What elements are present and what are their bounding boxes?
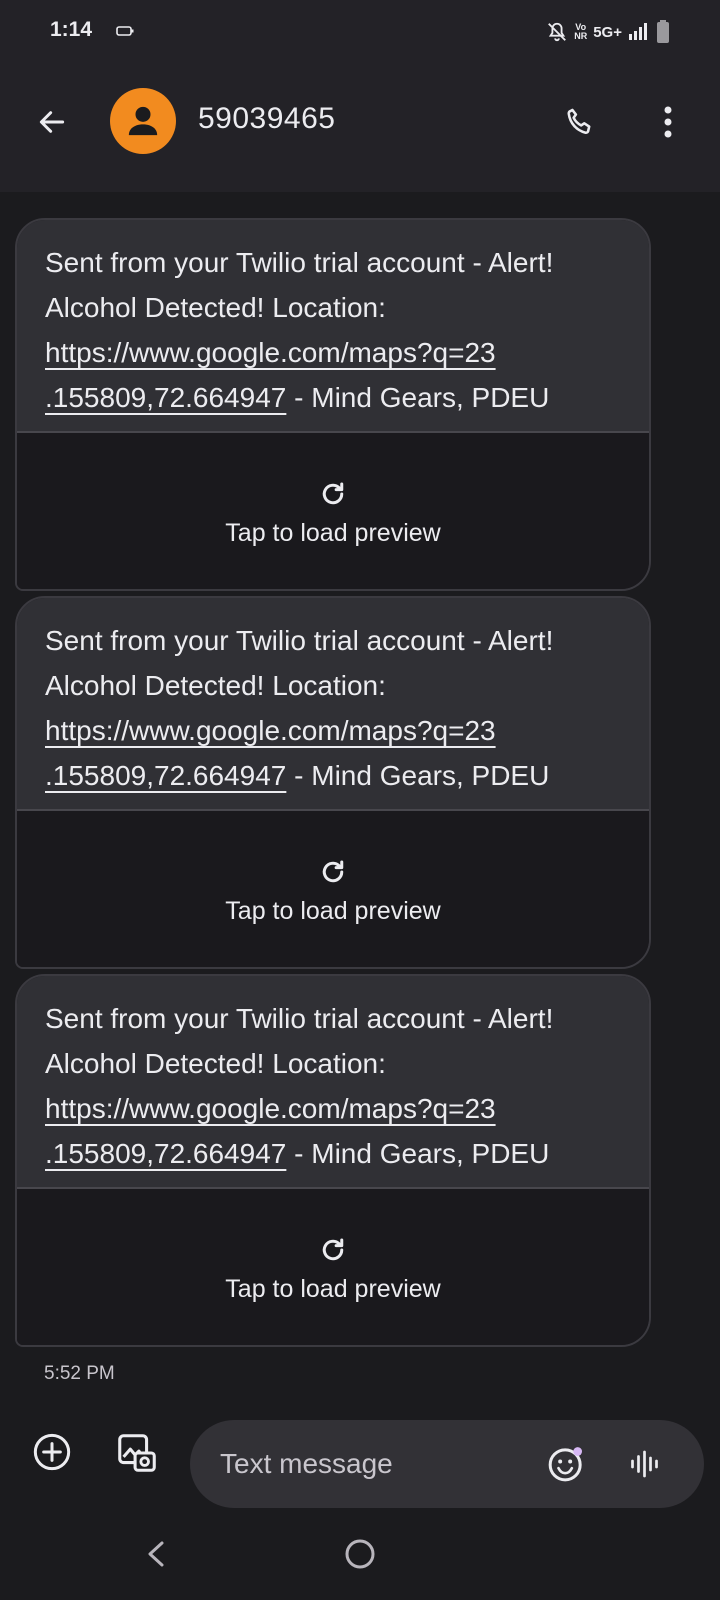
message-body: Sent from your Twilio trial account - Al…: [45, 1003, 554, 1079]
link-part-2: .155809,72.664947: [45, 382, 287, 413]
network-type: 5G+: [593, 23, 622, 41]
contact-avatar[interactable]: [110, 88, 176, 154]
more-vert-icon: [664, 106, 672, 138]
voice-message-button[interactable]: [622, 1440, 670, 1488]
refresh-icon: [322, 482, 344, 504]
link-part-1: https://www.google.com/maps?q=23: [45, 1093, 496, 1124]
add-attachment-button[interactable]: [28, 1428, 76, 1476]
message-text: Sent from your Twilio trial account - Al…: [17, 220, 649, 431]
tap-to-load-preview: Tap to load preview: [225, 518, 441, 547]
nav-back-button[interactable]: [136, 1534, 176, 1574]
message-bubble[interactable]: Sent from your Twilio trial account - Al…: [15, 974, 651, 1347]
message-bubble[interactable]: Sent from your Twilio trial account - Al…: [15, 596, 651, 969]
emoji-button[interactable]: [542, 1440, 590, 1488]
refresh-icon: [322, 1238, 344, 1260]
mute-notifications-icon: [548, 22, 567, 42]
person-icon: [128, 106, 158, 136]
volte-indicator: Vo NR: [574, 23, 587, 41]
phone-icon: [567, 108, 591, 134]
message-timestamp: 5:52 PM: [44, 1363, 115, 1384]
nav-home-button[interactable]: [340, 1534, 380, 1574]
message-composer: [0, 1400, 720, 1520]
signal-icon: [629, 23, 647, 40]
back-button[interactable]: [28, 98, 76, 146]
text-message-input[interactable]: [220, 1442, 520, 1486]
voice-icon: [631, 1450, 658, 1478]
add-icon: [33, 1433, 71, 1471]
status-bar: 1:14 Vo NR 5G+: [0, 0, 720, 62]
battery-saver-icon: [116, 26, 134, 36]
refresh-icon: [322, 860, 344, 882]
system-nav-bar: [0, 1520, 720, 1600]
status-time: 1:14: [50, 18, 93, 41]
conversation-header: 59039465: [0, 62, 720, 192]
tap-to-load-preview: Tap to load preview: [225, 896, 441, 925]
battery-icon: [657, 20, 669, 43]
back-arrow-icon: [39, 111, 65, 133]
message-signature: - Mind Gears, PDEU: [286, 382, 550, 413]
link-part-2: .155809,72.664947: [45, 760, 287, 791]
volte-bottom: NR: [574, 31, 588, 41]
contact-name[interactable]: 59039465: [198, 102, 335, 136]
message-list[interactable]: Sent from your Twilio trial account - Al…: [0, 192, 720, 1392]
message-text: Sent from your Twilio trial account - Al…: [17, 976, 649, 1187]
emoji-icon: [548, 1447, 582, 1482]
link-part-1: https://www.google.com/maps?q=23: [45, 337, 496, 368]
messages-screen: 1:14 Vo NR 5G+ 59039465 Sent from your T…: [0, 0, 720, 1600]
call-button[interactable]: [556, 98, 604, 146]
tap-to-load-preview: Tap to load preview: [225, 1274, 441, 1303]
link-preview-placeholder[interactable]: Tap to load preview: [17, 431, 649, 589]
message-signature: - Mind Gears, PDEU: [286, 1138, 550, 1169]
message-input-field[interactable]: [190, 1420, 704, 1508]
gallery-icon: [118, 1434, 156, 1472]
message-body: Sent from your Twilio trial account - Al…: [45, 247, 554, 323]
link-preview-placeholder[interactable]: Tap to load preview: [17, 809, 649, 967]
message-signature: - Mind Gears, PDEU: [286, 760, 550, 791]
message-text: Sent from your Twilio trial account - Al…: [17, 598, 649, 809]
more-options-button[interactable]: [644, 98, 692, 146]
message-body: Sent from your Twilio trial account - Al…: [45, 625, 554, 701]
message-bubble[interactable]: Sent from your Twilio trial account - Al…: [15, 218, 651, 591]
nav-home-icon: [345, 1539, 375, 1569]
link-preview-placeholder[interactable]: Tap to load preview: [17, 1187, 649, 1345]
status-icons: Vo NR 5G+: [546, 17, 670, 47]
nav-back-icon: [148, 1541, 164, 1567]
link-part-2: .155809,72.664947: [45, 1138, 287, 1169]
link-part-1: https://www.google.com/maps?q=23: [45, 715, 496, 746]
gallery-button[interactable]: [112, 1428, 162, 1478]
